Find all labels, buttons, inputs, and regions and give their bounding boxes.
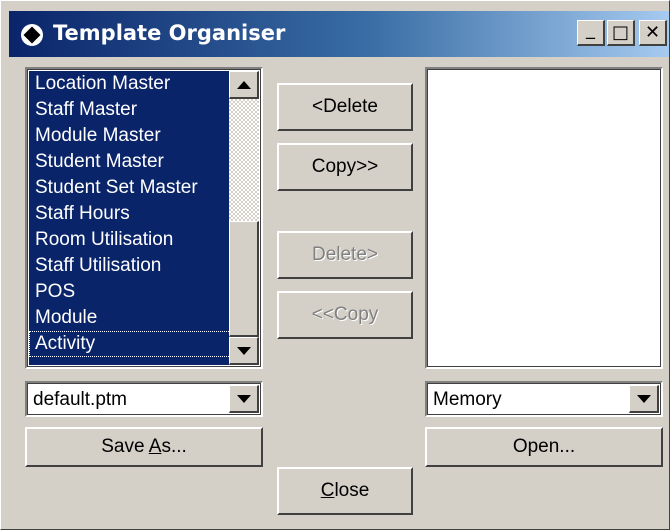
- window-title: Template Organiser: [53, 21, 286, 45]
- list-item[interactable]: POS: [29, 279, 231, 305]
- list-item[interactable]: Student Master: [29, 149, 231, 175]
- memory-template-list[interactable]: [425, 67, 663, 369]
- list-item[interactable]: Room Utilisation: [29, 227, 231, 253]
- open-button[interactable]: Open...: [425, 427, 663, 467]
- title-bar[interactable]: Template Organiser _ □ ✕: [9, 11, 669, 57]
- delete-left-label: <Delete: [311, 96, 379, 117]
- save-as-label: Save As...: [101, 436, 187, 458]
- close-label: Close: [321, 480, 370, 502]
- template-file-dropdown-button[interactable]: [229, 385, 259, 413]
- delete-right-button[interactable]: Delete>: [277, 231, 413, 279]
- list-item[interactable]: Staff Hours: [29, 201, 231, 227]
- list-item[interactable]: Staff Master: [29, 97, 231, 123]
- app-icon[interactable]: [21, 24, 43, 46]
- save-as-label-part: Save: [101, 436, 149, 457]
- chevron-down-icon: [236, 394, 251, 403]
- source-value: Memory: [433, 389, 502, 410]
- scroll-down-button[interactable]: [229, 337, 259, 365]
- close-button[interactable]: Close: [277, 467, 413, 515]
- list-item[interactable]: Staff Utilisation: [29, 253, 231, 279]
- close-accel: C: [320, 480, 335, 501]
- copy-left-label: <<Copy: [311, 304, 379, 325]
- chevron-down-icon: [636, 394, 651, 403]
- list-item[interactable]: Module: [29, 305, 231, 331]
- minimize-icon: _: [586, 19, 595, 40]
- template-list-items: Location Master Staff Master Module Mast…: [29, 71, 231, 365]
- source-dropdown-button[interactable]: [629, 385, 659, 413]
- close-window-button[interactable]: ✕: [639, 20, 667, 46]
- list-item[interactable]: Student Set Master: [29, 175, 231, 201]
- delete-left-button[interactable]: <Delete: [277, 83, 413, 131]
- save-as-button[interactable]: Save As...: [25, 427, 263, 467]
- scroll-thumb[interactable]: [229, 221, 259, 337]
- list-item[interactable]: Location Master: [29, 71, 231, 97]
- open-label: Open...: [512, 436, 576, 457]
- save-as-label-part: s...: [161, 436, 187, 457]
- list-item[interactable]: Activity: [29, 331, 231, 357]
- arrow-up-icon: [236, 80, 251, 89]
- delete-right-label: Delete>: [311, 244, 379, 265]
- list-item[interactable]: Module Master: [29, 123, 231, 149]
- copy-right-button[interactable]: Copy>>: [277, 143, 413, 191]
- maximize-icon: □: [611, 22, 629, 43]
- template-list[interactable]: Location Master Staff Master Module Mast…: [25, 67, 263, 369]
- copy-left-button[interactable]: <<Copy: [277, 291, 413, 339]
- template-file-select[interactable]: default.ptm: [25, 381, 263, 417]
- close-label-part: lose: [334, 480, 370, 501]
- template-file-value: default.ptm: [33, 389, 127, 410]
- arrow-down-icon: [236, 346, 251, 355]
- save-as-accel: A: [148, 436, 162, 457]
- maximize-button[interactable]: □: [607, 20, 635, 46]
- close-icon: ✕: [644, 22, 661, 43]
- template-organiser-window: Template Organiser _ □ ✕ Location Master…: [0, 0, 670, 530]
- scroll-up-button[interactable]: [229, 71, 259, 99]
- source-select[interactable]: Memory: [425, 381, 663, 417]
- list-scrollbar[interactable]: [229, 71, 259, 365]
- copy-right-label: Copy>>: [311, 156, 379, 177]
- minimize-button[interactable]: _: [577, 19, 605, 46]
